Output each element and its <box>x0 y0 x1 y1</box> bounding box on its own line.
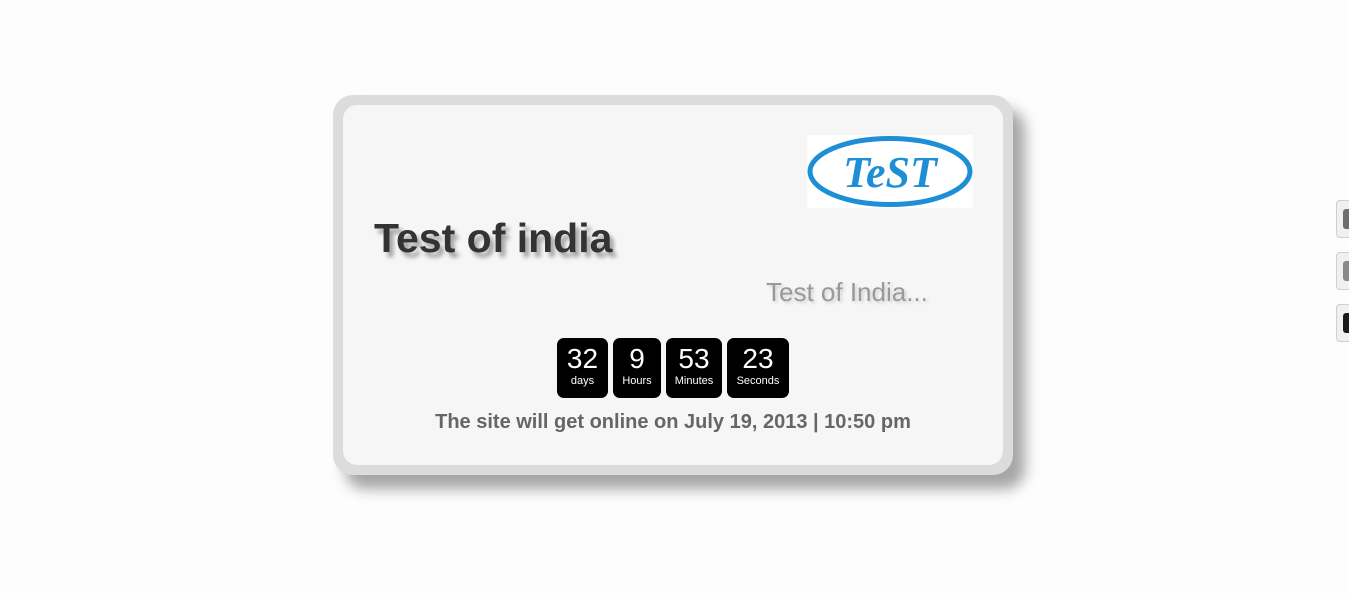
countdown-days-label: days <box>570 375 595 387</box>
countdown-days-value: 32 <box>566 343 599 374</box>
page: TeST Test of india Test of India... 32 d… <box>0 0 1349 593</box>
site-tagline: Test of India... <box>766 277 928 307</box>
countdown-seconds: 23 Seconds <box>727 338 789 398</box>
countdown-seconds-value: 23 <box>742 343 774 374</box>
coming-soon-card: TeST Test of india Test of India... 32 d… <box>333 95 1013 475</box>
side-tab-1[interactable] <box>1336 200 1349 238</box>
social-icon-1 <box>1343 209 1349 229</box>
countdown-minutes-label: Minutes <box>674 375 714 387</box>
countdown-days: 32 days <box>557 338 608 398</box>
test-logo-icon: TeST <box>807 136 973 207</box>
countdown-hours: 9 Hours <box>613 338 661 398</box>
social-icon-3 <box>1343 313 1349 333</box>
countdown-hours-value: 9 <box>629 343 645 374</box>
side-tab-2[interactable] <box>1336 252 1349 290</box>
countdown-minutes-value: 53 <box>678 343 710 374</box>
social-icon-2 <box>1343 261 1349 281</box>
side-tab-3[interactable] <box>1336 304 1349 342</box>
test-logo: TeST <box>807 135 973 208</box>
countdown-timer: 32 days 9 Hours 53 Minutes 23 Seconds <box>557 338 789 398</box>
countdown-seconds-label: Seconds <box>736 375 780 387</box>
card-content: TeST Test of india Test of India... 32 d… <box>343 105 1003 465</box>
site-title: Test of india <box>374 215 613 261</box>
launch-date-message: The site will get online on July 19, 201… <box>435 411 911 433</box>
countdown-minutes: 53 Minutes <box>666 338 722 398</box>
countdown-hours-label: Hours <box>622 375 652 387</box>
logo-text: TeST <box>843 148 939 197</box>
